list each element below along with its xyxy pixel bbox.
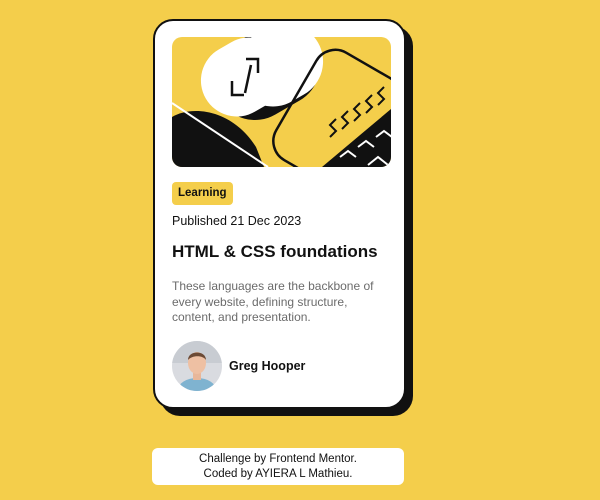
card-title[interactable]: HTML & CSS foundations: [172, 242, 387, 262]
blog-preview-card: Learning Published 21 Dec 2023 HTML & CS…: [153, 19, 406, 409]
illustration-image: [172, 37, 391, 167]
attribution-coder[interactable]: Coded by AYIERA L Mathieu.: [152, 467, 404, 482]
author: Greg Hooper: [172, 340, 387, 391]
category-badge: Learning: [172, 182, 233, 205]
card-description: These languages are the backbone of ever…: [172, 279, 374, 324]
published-date: Published 21 Dec 2023: [172, 214, 302, 228]
attribution: Challenge by Frontend Mentor. Coded by A…: [152, 448, 404, 485]
attribution-challenge[interactable]: Challenge by Frontend Mentor.: [152, 452, 404, 467]
avatar: [172, 340, 222, 391]
author-name: Greg Hooper: [229, 358, 306, 373]
